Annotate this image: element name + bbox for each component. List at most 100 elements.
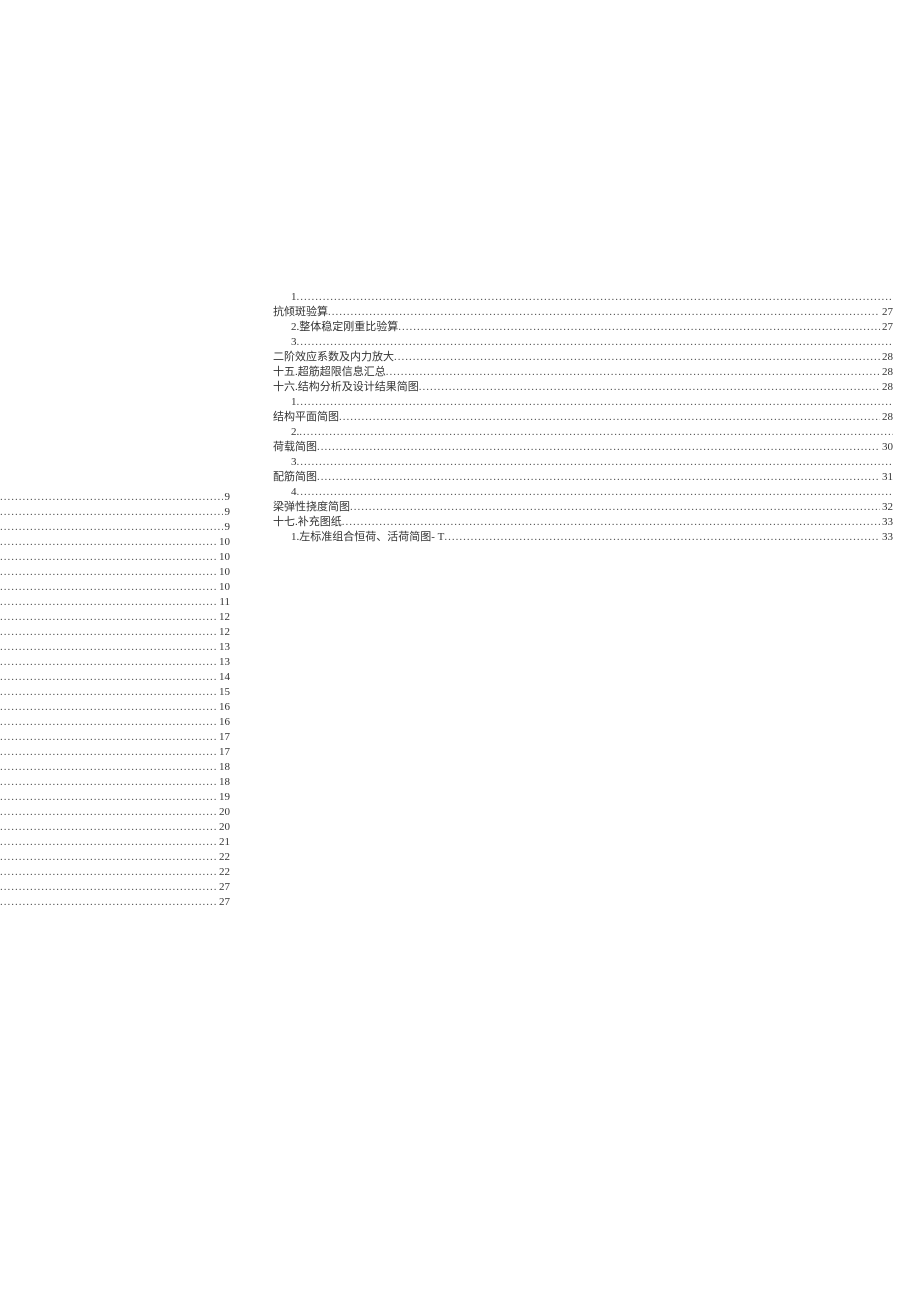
toc-leader-dots: ........................................… — [0, 865, 217, 880]
toc-leader-dots: ........................................… — [0, 580, 217, 595]
toc-leader-dots: ........................................… — [0, 655, 217, 670]
toc-entry: 1.左标准组合恒荷、活荷简图- T.......................… — [273, 530, 893, 545]
toc-leader-dots: ........................................… — [0, 775, 217, 790]
toc-entry: ........................................… — [0, 775, 230, 790]
toc-entry: 4.......................................… — [273, 485, 893, 500]
toc-entry: ........................................… — [0, 490, 230, 505]
toc-page-number: 27 — [880, 320, 893, 335]
toc-entry: ........................................… — [0, 505, 230, 520]
toc-page-number: 12 — [217, 610, 230, 625]
toc-title: 二阶效应系数及内力放大 — [273, 350, 394, 365]
toc-entry: 梁弹性挠度简图.................................… — [273, 500, 893, 515]
toc-entry: ........................................… — [0, 850, 230, 865]
toc-leader-dots: ........................................… — [0, 610, 217, 625]
toc-page-number: 16 — [217, 700, 230, 715]
toc-page-number: 28 — [880, 410, 893, 425]
toc-leader-dots: ........................................… — [0, 895, 217, 910]
toc-entry: ........................................… — [0, 895, 230, 910]
toc-leader-dots: ........................................… — [297, 455, 894, 470]
toc-page-number: 31 — [880, 470, 893, 485]
toc-entry: ........................................… — [0, 565, 230, 580]
toc-page-number: 12 — [217, 625, 230, 640]
toc-entry: ........................................… — [0, 805, 230, 820]
toc-page-number: 13 — [217, 655, 230, 670]
toc-page-number: 14 — [217, 670, 230, 685]
toc-leader-dots: ........................................… — [297, 335, 894, 350]
toc-title: 十六.结构分析及设计结果简图 — [273, 380, 419, 395]
toc-page-number: 28 — [880, 365, 893, 380]
toc-page-number: 11 — [217, 595, 230, 610]
toc-entry: ........................................… — [0, 580, 230, 595]
toc-entry: 结构平面简图..................................… — [273, 410, 893, 425]
toc-right-column: 1.......................................… — [273, 290, 893, 545]
toc-page-number: 27 — [880, 305, 893, 320]
toc-entry: 配筋简图....................................… — [273, 470, 893, 485]
toc-entry: ........................................… — [0, 625, 230, 640]
toc-entry: 1.......................................… — [273, 395, 893, 410]
toc-leader-dots: ........................................… — [350, 500, 880, 515]
toc-page-number: 10 — [217, 580, 230, 595]
toc-entry: ........................................… — [0, 685, 230, 700]
toc-title: 梁弹性挠度简图 — [273, 500, 350, 515]
toc-leader-dots: ........................................… — [444, 530, 880, 545]
toc-page-number: 9 — [223, 520, 231, 535]
toc-page-number: 10 — [217, 550, 230, 565]
toc-leader-dots: ........................................… — [398, 320, 880, 335]
toc-leader-dots: ........................................… — [0, 535, 217, 550]
toc-entry: 十七.补充图纸.................................… — [273, 515, 893, 530]
toc-leader-dots: ........................................… — [0, 685, 217, 700]
toc-leader-dots: ........................................… — [342, 515, 880, 530]
toc-entry: ........................................… — [0, 595, 230, 610]
toc-leader-dots: ........................................… — [0, 565, 217, 580]
toc-entry: ........................................… — [0, 760, 230, 775]
toc-entry: 2.整体稳定刚重比验算.............................… — [273, 320, 893, 335]
toc-leader-dots: ........................................… — [0, 700, 217, 715]
toc-entry: ........................................… — [0, 820, 230, 835]
toc-entry: ........................................… — [0, 730, 230, 745]
toc-entry: 二阶效应系数及内力放大.............................… — [273, 350, 893, 365]
toc-page-number: 10 — [217, 535, 230, 550]
toc-leader-dots: ........................................… — [0, 835, 217, 850]
toc-entry: ........................................… — [0, 790, 230, 805]
toc-page-number: 20 — [217, 805, 230, 820]
toc-leader-dots: ........................................… — [0, 820, 217, 835]
toc-title: 十七.补充图纸 — [273, 515, 342, 530]
toc-leader-dots: ........................................… — [0, 760, 217, 775]
toc-leader-dots: ........................................… — [0, 850, 217, 865]
toc-leader-dots: ........................................… — [317, 440, 880, 455]
toc-page-number: 27 — [217, 895, 230, 910]
toc-entry: ........................................… — [0, 715, 230, 730]
toc-page-number: 28 — [880, 350, 893, 365]
toc-leader-dots: ........................................… — [0, 640, 217, 655]
toc-entry: ........................................… — [0, 865, 230, 880]
toc-page-number: 18 — [217, 760, 230, 775]
toc-leader-dots: ........................................… — [317, 470, 880, 485]
toc-entry: 2.......................................… — [273, 425, 893, 440]
toc-title: 结构平面简图 — [273, 410, 339, 425]
toc-leader-dots: ........................................… — [0, 490, 223, 505]
toc-entry: 十六.结构分析及设计结果简图..........................… — [273, 380, 893, 395]
toc-leader-dots: ........................................… — [0, 550, 217, 565]
toc-page-number: 30 — [880, 440, 893, 455]
toc-page-number: 13 — [217, 640, 230, 655]
toc-entry: ........................................… — [0, 520, 230, 535]
toc-entry: 3.......................................… — [273, 455, 893, 470]
toc-leader-dots: ........................................… — [328, 305, 880, 320]
toc-leader-dots: ........................................… — [0, 805, 217, 820]
toc-title: 抗倾斑验算 — [273, 305, 328, 320]
toc-page-number: 33 — [880, 530, 893, 545]
toc-leader-dots: ........................................… — [386, 365, 880, 380]
toc-leader-dots: ........................................… — [0, 595, 217, 610]
toc-entry: ........................................… — [0, 550, 230, 565]
toc-page-number: 20 — [217, 820, 230, 835]
toc-leader-dots: ........................................… — [339, 410, 880, 425]
toc-leader-dots: ........................................… — [0, 670, 217, 685]
toc-title: 1.左标准组合恒荷、活荷简图- T — [291, 530, 444, 545]
toc-page-number: 28 — [880, 380, 893, 395]
toc-entry: ........................................… — [0, 640, 230, 655]
toc-leader-dots: ........................................… — [0, 790, 217, 805]
toc-entry: ........................................… — [0, 835, 230, 850]
toc-entry: 1.......................................… — [273, 290, 893, 305]
toc-leader-dots: ........................................… — [297, 290, 894, 305]
toc-page-number: 33 — [880, 515, 893, 530]
